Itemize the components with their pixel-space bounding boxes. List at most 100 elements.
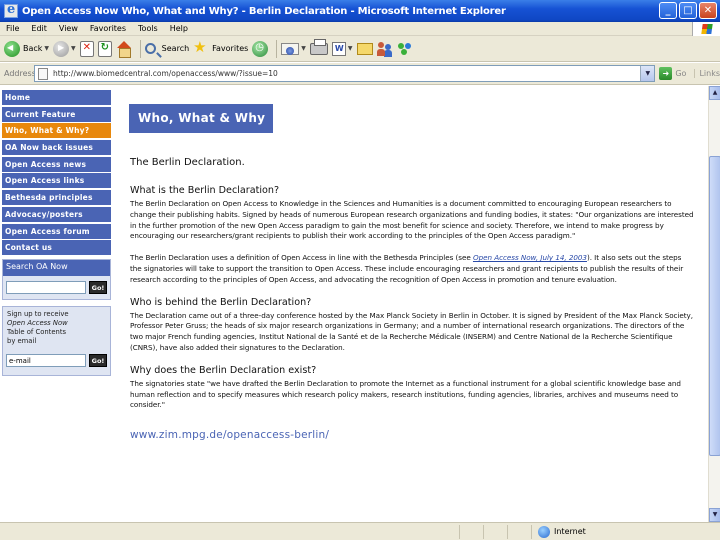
site-search-input[interactable] bbox=[6, 281, 86, 295]
mail-button[interactable]: ▼ bbox=[281, 42, 306, 55]
search-box-heading: Search OA Now bbox=[3, 260, 110, 277]
history-button[interactable] bbox=[252, 40, 269, 57]
back-button[interactable]: Back ▼ bbox=[4, 40, 49, 57]
search-go-button[interactable]: Go! bbox=[89, 281, 107, 295]
page-title: The Berlin Declaration. bbox=[130, 157, 245, 168]
nav-item-home[interactable]: Home bbox=[2, 90, 111, 105]
research-button[interactable] bbox=[376, 41, 393, 57]
favorites-button[interactable]: Favorites bbox=[193, 38, 249, 57]
menu-file[interactable]: File bbox=[0, 24, 25, 33]
print-button[interactable] bbox=[309, 38, 328, 55]
links-button[interactable]: Links bbox=[694, 69, 720, 78]
menu-help[interactable]: Help bbox=[164, 24, 194, 33]
printer-icon bbox=[309, 38, 328, 55]
nav-item-current-feature[interactable]: Current Feature bbox=[2, 106, 111, 122]
address-url[interactable]: http://www.biomedcentral.com/openaccess/… bbox=[53, 69, 640, 78]
window-controls: _ □ ✕ bbox=[659, 2, 717, 19]
nav-item-advocacy[interactable]: Advocacy/posters bbox=[2, 206, 111, 222]
stop-icon bbox=[79, 40, 94, 57]
stop-button[interactable] bbox=[79, 40, 94, 57]
address-bar: Address http://www.biomedcentral.com/ope… bbox=[0, 63, 720, 85]
minimize-button[interactable]: _ bbox=[659, 2, 677, 19]
paragraph: The Declaration came out of a three-day … bbox=[130, 310, 693, 352]
nav-item-contact[interactable]: Contact us bbox=[2, 240, 111, 256]
signup-line: Table of Contents bbox=[7, 328, 67, 337]
signup-line: by email bbox=[7, 337, 37, 346]
favorites-label: Favorites bbox=[212, 44, 249, 53]
history-icon bbox=[252, 40, 269, 57]
signup-go-button[interactable]: Go! bbox=[89, 354, 107, 368]
toolbar-separator bbox=[276, 39, 278, 58]
nav-item-oa-links[interactable]: Open Access links bbox=[2, 173, 111, 189]
nav-item-who-what-why[interactable]: Who, What & Why? bbox=[2, 123, 111, 139]
chevron-down-icon[interactable]: ▼ bbox=[44, 45, 49, 52]
scroll-thumb[interactable] bbox=[709, 156, 720, 456]
article-link[interactable]: Open Access Now, July 14, 2003 bbox=[473, 253, 587, 262]
section-heading: Who, What & Why bbox=[129, 104, 273, 133]
article: The Berlin Declaration. What is the Berl… bbox=[130, 157, 695, 441]
scroll-up-icon[interactable]: ▲ bbox=[709, 86, 720, 100]
search-icon bbox=[144, 43, 156, 54]
people-icon bbox=[376, 41, 393, 57]
signup-line: Sign up to receive bbox=[7, 310, 69, 319]
maximize-button[interactable]: □ bbox=[679, 2, 697, 19]
search-label: Search bbox=[161, 44, 190, 53]
chevron-down-icon[interactable]: ▼ bbox=[640, 66, 655, 81]
refresh-button[interactable] bbox=[97, 40, 112, 57]
star-icon bbox=[193, 38, 209, 57]
menu-tools[interactable]: Tools bbox=[132, 24, 164, 33]
nav-item-back-issues[interactable]: OA Now back issues bbox=[2, 140, 111, 156]
windows-logo-icon bbox=[692, 22, 720, 36]
address-label: Address bbox=[4, 69, 36, 78]
go-button[interactable]: ➜ Go bbox=[659, 67, 686, 80]
section-heading-who: Who is behind the Berlin Declaration? bbox=[130, 296, 312, 308]
window-title: Open Access Now Who, What and Why? - Ber… bbox=[22, 5, 506, 17]
go-arrow-icon: ➜ bbox=[659, 67, 673, 80]
messenger-icon bbox=[397, 41, 413, 57]
search-button[interactable]: Search bbox=[144, 43, 190, 54]
edit-button[interactable]: ▼ bbox=[331, 41, 353, 56]
chevron-down-icon[interactable]: ▼ bbox=[71, 45, 76, 52]
menu-view[interactable]: View bbox=[53, 24, 84, 33]
search-box: Search OA Now Go! bbox=[2, 259, 111, 301]
paragraph-text: The Berlin Declaration uses a definition… bbox=[130, 253, 473, 263]
signup-box: Sign up to receive Open Access Now Table… bbox=[2, 306, 111, 377]
status-text bbox=[0, 524, 460, 539]
email-field[interactable] bbox=[6, 354, 86, 368]
address-input[interactable]: http://www.biomedcentral.com/openaccess/… bbox=[34, 65, 656, 82]
chevron-down-icon[interactable]: ▼ bbox=[348, 45, 353, 52]
scroll-down-icon[interactable]: ▼ bbox=[709, 508, 720, 522]
paragraph: The Berlin Declaration uses a definition… bbox=[130, 253, 695, 285]
messenger-button[interactable] bbox=[397, 41, 413, 57]
toolbar: Back ▼ ▼ Search Favorites ▼ ▼ bbox=[0, 36, 720, 62]
back-label: Back bbox=[23, 44, 43, 53]
nav-item-forum[interactable]: Open Access forum bbox=[2, 223, 111, 239]
section-heading-what: What is the Berlin Declaration? bbox=[130, 185, 280, 196]
page-icon bbox=[38, 67, 48, 80]
vertical-scrollbar[interactable]: ▲ ▼ bbox=[708, 86, 720, 522]
paragraph: The signatories state "we have drafted t… bbox=[130, 378, 681, 410]
forward-button[interactable]: ▼ bbox=[53, 40, 76, 57]
close-button[interactable]: ✕ bbox=[699, 2, 717, 19]
page-viewport: Home Current Feature Who, What & Why? OA… bbox=[0, 86, 708, 522]
go-label: Go bbox=[675, 69, 687, 78]
nav-item-bethesda[interactable]: Bethesda principles bbox=[2, 190, 111, 206]
home-icon bbox=[116, 40, 132, 58]
discuss-button[interactable] bbox=[356, 42, 373, 55]
mail-icon bbox=[281, 42, 300, 55]
home-button[interactable] bbox=[116, 40, 132, 58]
section-heading-why: Why does the Berlin Declaration exist? bbox=[130, 364, 317, 376]
status-segment bbox=[508, 524, 532, 539]
status-segment bbox=[460, 524, 484, 539]
berlin-url-link[interactable]: www.zim.mpg.de/openaccess-berlin/ bbox=[130, 429, 695, 441]
menu-favorites[interactable]: Favorites bbox=[84, 24, 132, 33]
folder-icon bbox=[356, 42, 373, 55]
nav-item-oa-news[interactable]: Open Access news bbox=[2, 156, 111, 172]
security-zone: Internet bbox=[538, 525, 586, 538]
chevron-down-icon[interactable]: ▼ bbox=[301, 45, 306, 52]
menu-edit[interactable]: Edit bbox=[25, 24, 53, 33]
toolbar-separator bbox=[139, 39, 141, 58]
forward-arrow-icon bbox=[53, 40, 70, 57]
zone-label: Internet bbox=[554, 527, 586, 536]
ie-icon bbox=[4, 2, 18, 18]
